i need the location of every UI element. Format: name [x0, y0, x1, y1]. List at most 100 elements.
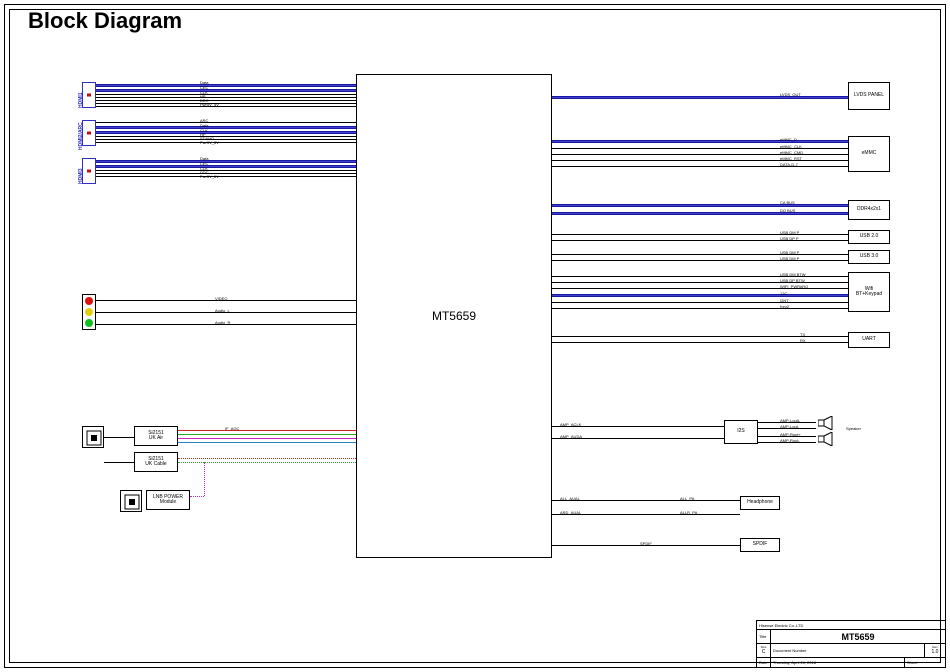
- hdmi2-sig-5: Pwr5V_5V: [200, 140, 219, 145]
- hdmi2-label: HDMI2/ARC: [78, 122, 84, 150]
- rf-conn-2: [120, 490, 142, 512]
- hdmi2-bus-2: [96, 131, 356, 134]
- uart-sig0: TX: [800, 332, 805, 337]
- hp-sig3: ALLR_PA: [680, 510, 697, 515]
- lnb-block: LNB POWER Module: [146, 490, 190, 510]
- hdmi2-bar: [87, 132, 91, 135]
- rf1-l: [104, 437, 134, 438]
- usb30-label: USB 3.0: [860, 254, 879, 260]
- hdmi3-l2: [96, 173, 356, 174]
- hdmi1-bar: [87, 94, 91, 97]
- tb-doc-label: Document Number: [771, 644, 925, 657]
- spdif-label: SPDIF: [753, 542, 768, 548]
- usb30-box: USB 3.0: [848, 250, 890, 264]
- hdmi1-l5: [96, 106, 356, 107]
- wifi-box: Wifi BT+Keypad: [848, 272, 890, 312]
- hp-box: Headphone: [740, 496, 780, 510]
- hp-sig1: ALL_PA: [680, 496, 694, 501]
- emmc-sig0: eMMC_D: [780, 137, 797, 142]
- usb20-label: USB 2.0: [860, 234, 879, 240]
- amp-out2: AMP-Rout+: [780, 432, 801, 437]
- hp-sig2: ARD_AUAL: [560, 510, 581, 515]
- tuner-red2: [178, 458, 356, 459]
- lnb-up: [204, 462, 205, 496]
- hdmi2-port: [82, 120, 96, 146]
- hdmi2-l2: [96, 139, 356, 140]
- hdmi1-sig-5: Pwr5V_5V: [200, 102, 219, 107]
- hdmi2-l1: [96, 136, 356, 137]
- tb-rev: 1.0: [932, 649, 939, 655]
- amp-out1: AMP-Lout-: [780, 424, 799, 429]
- lvds-panel-label: LVDS PANEL: [854, 93, 884, 99]
- emmc-sig4: DATA-D-7: [780, 162, 798, 167]
- amp-label: I2S: [737, 429, 745, 435]
- ddr-label: DDR4x2x1: [857, 207, 881, 213]
- tb-date: Thursday, April 26, 2018: [771, 658, 905, 667]
- speaker-label: Speaker: [846, 426, 861, 431]
- wifi-l3: [552, 302, 848, 303]
- chip-label: MT5659: [432, 309, 476, 323]
- tb-title-label: Title: [757, 630, 771, 643]
- amp-out0: AMP-LoutL: [780, 418, 800, 423]
- lvds-bus: [552, 96, 848, 99]
- tuner-block-1: Si2151 UK Air: [134, 426, 178, 446]
- wifi-sig5: Key2: [780, 304, 789, 309]
- hdmi1-l4: [96, 103, 356, 104]
- hdmi1-label: HDMI1: [78, 92, 84, 108]
- tb-main: MT5659: [771, 630, 945, 643]
- ddr-bus1: [552, 204, 848, 207]
- uart-box: UART: [848, 332, 890, 348]
- tuner-red: [178, 430, 356, 431]
- emmc-label: eMMC: [862, 151, 877, 157]
- hdmi1-l2: [96, 97, 356, 98]
- uart-label: UART: [862, 337, 876, 343]
- hdmi3-bar: [87, 170, 91, 173]
- hdmi3-label: HDMI3: [78, 168, 84, 184]
- wifi-sig2: WIFI_PWR#RQ: [780, 284, 808, 289]
- usb30-l2: [552, 260, 848, 261]
- wifi-label: Wifi BT+Keypad: [856, 287, 882, 298]
- lnb-dashed: [190, 496, 204, 497]
- emmc-box: eMMC: [848, 136, 890, 172]
- emmc-sig1: eMMC_CLK: [780, 144, 802, 149]
- rf-conn-1: [82, 426, 104, 448]
- hdmi1-bus-2: [96, 89, 356, 92]
- amp-out3: AMP-Rout-: [780, 438, 800, 443]
- hdmi2-bus-1: [96, 126, 356, 129]
- amp-in0: AMP_ACLK: [560, 422, 581, 427]
- wifi-sig3: 12C: [780, 291, 787, 296]
- speaker-bot-icon: [818, 432, 844, 451]
- av-jack: [82, 294, 96, 330]
- hdmi3-l3: [96, 176, 356, 177]
- tuner-block-2: Si2151 UK Cable: [134, 452, 178, 472]
- tb-size: C: [762, 649, 766, 655]
- ddr-sig0: CA BUS: [780, 200, 795, 205]
- usb20-box: USB 2.0: [848, 230, 890, 244]
- usb30-sig0: USB DM P: [780, 250, 799, 255]
- emmc-bus: [552, 140, 848, 143]
- wifi-sig1: USB DP BTW: [780, 278, 805, 283]
- tuner-mag: [178, 438, 356, 439]
- emmc-sig3: eMMC_RST: [780, 156, 802, 161]
- usb20-l1: [552, 234, 848, 235]
- av-audio-l: Audio_L: [215, 308, 230, 313]
- lnb-l2: Module: [160, 500, 176, 506]
- emmc-sig2: eMMC_CMD: [780, 150, 803, 155]
- tb-sheet-label: Sheet: [905, 658, 945, 667]
- usb30-sig1: USB DM P: [780, 256, 799, 261]
- hdmi3-bus-2: [96, 165, 356, 168]
- wifi-bus: [552, 294, 848, 297]
- lvds-panel-box: LVDS PANEL: [848, 82, 890, 110]
- lvds-sig: LVDS_OUT: [780, 92, 801, 97]
- amp-in1: AMP_AUDA: [560, 434, 582, 439]
- tuner-blue: [178, 442, 356, 443]
- usb30-l1: [552, 254, 848, 255]
- rf2-l: [104, 462, 134, 463]
- hdmi1-bus-1: [96, 84, 356, 87]
- usb20-sig1: USB DP P: [780, 236, 799, 241]
- ddr-box: DDR4x2x1: [848, 200, 890, 220]
- amp-box: I2S: [724, 420, 758, 444]
- usb20-sig0: USB DM P: [780, 230, 799, 235]
- tb-company: Hisense Electric Co.,LTD: [757, 621, 945, 629]
- wifi-sig4: I2NT: [780, 298, 789, 303]
